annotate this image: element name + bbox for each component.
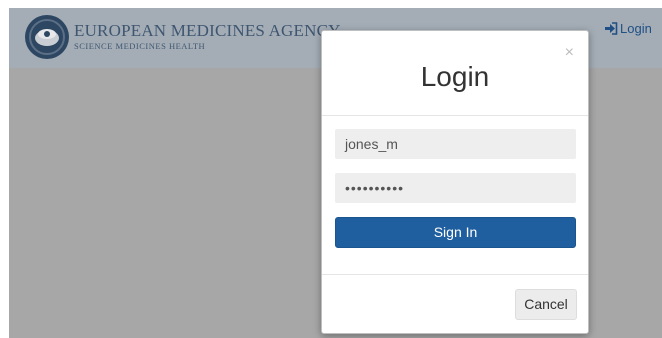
username-field[interactable]: jones_m — [335, 129, 576, 159]
logo-title: EUROPEAN MEDICINES AGENCY — [74, 21, 341, 40]
login-dialog: × Login jones_m •••••••••• Sign In Cance… — [321, 30, 589, 334]
logo-wordmark[interactable]: EUROPEAN MEDICINES AGENCY SCIENCE MEDICI… — [74, 21, 341, 51]
cancel-button[interactable]: Cancel — [515, 289, 577, 320]
header-login-link[interactable]: Login — [604, 21, 652, 36]
close-icon[interactable]: × — [565, 45, 574, 61]
login-link-label: Login — [620, 21, 652, 36]
sign-in-icon — [605, 22, 618, 35]
dialog-title: Login — [420, 61, 490, 92]
logo-subtitle: SCIENCE MEDICINES HEALTH — [74, 41, 206, 51]
password-field[interactable]: •••••••••• — [335, 173, 576, 203]
header-divider — [322, 115, 588, 116]
ema-emblem-icon — [25, 15, 69, 59]
footer-divider — [322, 274, 588, 275]
sign-in-button[interactable]: Sign In — [335, 217, 576, 248]
